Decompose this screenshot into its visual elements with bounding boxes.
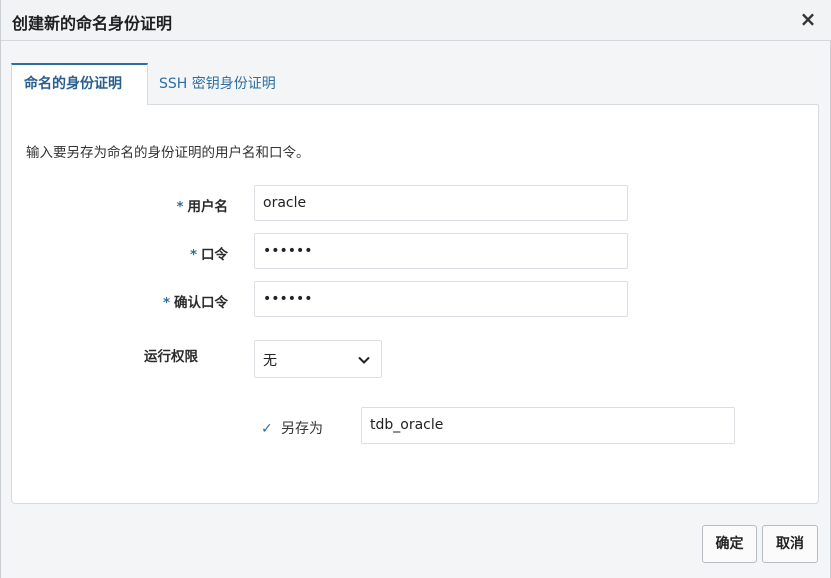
username-label: * 用户名 xyxy=(176,199,228,215)
password-input[interactable]: •••••• xyxy=(254,233,628,269)
dialog-titlebar: 创建新的命名身份证明 × xyxy=(1,0,831,41)
close-icon[interactable]: × xyxy=(798,8,818,30)
ok-button[interactable]: 确定 xyxy=(702,525,757,563)
tab-ssh-key-credential[interactable]: SSH 密钥身份证明 xyxy=(148,63,288,105)
save-as-name-input[interactable]: tdb_oracle xyxy=(361,407,735,444)
run-privilege-label: 运行权限 xyxy=(144,349,198,365)
confirm-password-label: * 确认口令 xyxy=(162,295,228,311)
run-privilege-value: 无 xyxy=(263,353,277,369)
tab-panel: 输入要另存为命名的身份证明的用户名和口令。 * 用户名 oracle * 口令 ••… xyxy=(11,104,819,504)
run-privilege-select[interactable]: 无 xyxy=(254,340,382,378)
password-label: * 口令 xyxy=(189,247,228,263)
create-named-credential-dialog: 创建新的命名身份证明 × 命名的身份证明 SSH 密钥身份证明 输入要另存为命名… xyxy=(0,0,831,578)
checkmark-icon: ✓ xyxy=(261,421,273,437)
confirm-password-input[interactable]: •••••• xyxy=(254,281,628,317)
chevron-down-icon xyxy=(358,356,370,364)
required-marker: * xyxy=(176,199,184,215)
cancel-button[interactable]: 取消 xyxy=(762,525,818,563)
dialog-title: 创建新的命名身份证明 xyxy=(12,14,173,33)
tab-named-credential[interactable]: 命名的身份证明 xyxy=(11,63,148,105)
save-as-label: 另存为 xyxy=(281,421,323,437)
required-marker: * xyxy=(189,247,197,263)
save-as-checkbox[interactable]: ✓ 另存为 xyxy=(261,418,323,438)
credential-tabs: 命名的身份证明 SSH 密钥身份证明 xyxy=(11,63,819,105)
required-marker: * xyxy=(162,295,170,311)
username-input[interactable]: oracle xyxy=(254,185,628,221)
intro-text: 输入要另存为命名的身份证明的用户名和口令。 xyxy=(26,145,310,161)
